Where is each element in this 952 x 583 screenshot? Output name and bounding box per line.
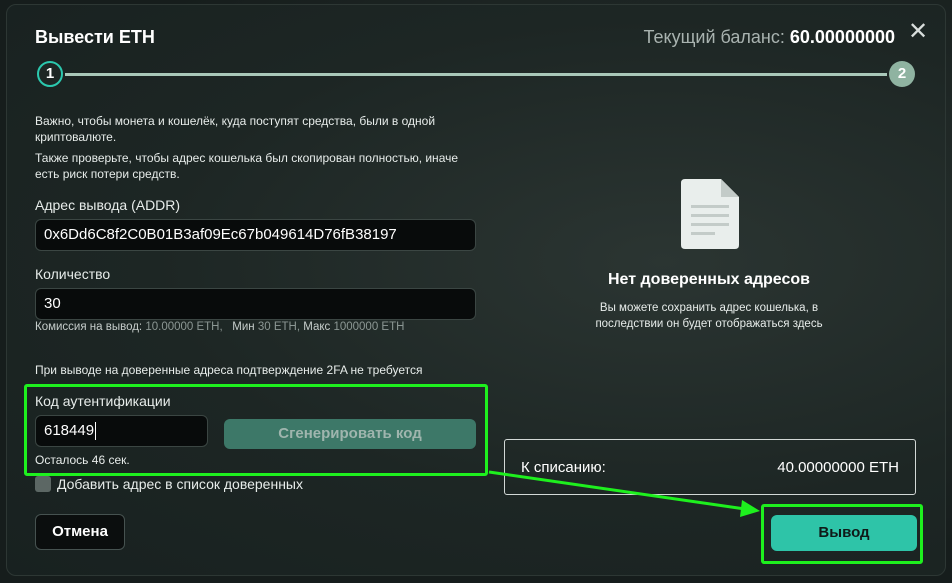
min-value: 30 ETH, — [257, 321, 301, 333]
fee-value: 10.00000 ETH, — [145, 321, 223, 333]
charge-value: 40.00000000 ETH — [777, 459, 899, 476]
amount-input[interactable]: 30 — [35, 288, 476, 320]
auth-code-highlight — [24, 384, 488, 476]
amount-label: Количество — [35, 266, 111, 282]
withdraw-modal: Вывести ETH Текущий баланс: 60.00000000 … — [6, 4, 946, 576]
withdraw-button-highlight — [761, 504, 923, 564]
step-2-indicator: 2 — [889, 61, 915, 87]
fee-label: Комиссия на вывод: — [35, 321, 143, 333]
max-label: Макс — [303, 321, 331, 333]
modal-title: Вывести ETH — [35, 27, 155, 47]
empty-trusted-title: Нет доверенных адресов — [607, 271, 810, 288]
charge-summary: К списанию: 40.00000000 ETH — [504, 439, 916, 495]
warning-note-address: Также проверьте, чтобы адрес кошелька бы… — [35, 151, 459, 181]
document-icon — [681, 179, 739, 249]
step-1-indicator: 1 — [37, 61, 63, 87]
empty-trusted-description: Вы можете сохранить адрес кошелька, в по… — [595, 302, 823, 330]
max-value: 1000000 ETH — [333, 321, 405, 333]
fee-info: Комиссия на вывод: 10.00000 ETH, Мин 30 … — [35, 321, 404, 333]
current-balance: Текущий баланс: 60.00000000 — [643, 27, 895, 47]
address-input[interactable]: 0x6Dd6C8f2C0B01B3af09Ec67b049614D76fB381… — [35, 219, 476, 251]
address-label: Адрес вывода (ADDR) — [35, 197, 181, 213]
close-icon[interactable]: ✕ — [907, 20, 929, 44]
trusted-address-checkbox-label[interactable]: Добавить адрес в список доверенных — [57, 476, 303, 492]
twofa-note: При выводе на доверенные адреса подтверж… — [35, 363, 423, 377]
balance-label: Текущий баланс — [643, 27, 780, 47]
cancel-button[interactable]: Отмена — [35, 514, 125, 550]
stepper: 1 2 — [35, 61, 917, 89]
trusted-address-checkbox[interactable] — [35, 476, 51, 492]
min-label: Мин — [232, 321, 255, 333]
stepper-line — [65, 73, 887, 76]
balance-value: 60.00000000 — [789, 27, 895, 47]
charge-label: К списанию: — [521, 459, 606, 476]
warning-note-currency: Важно, чтобы монета и кошелёк, куда пост… — [35, 114, 436, 144]
